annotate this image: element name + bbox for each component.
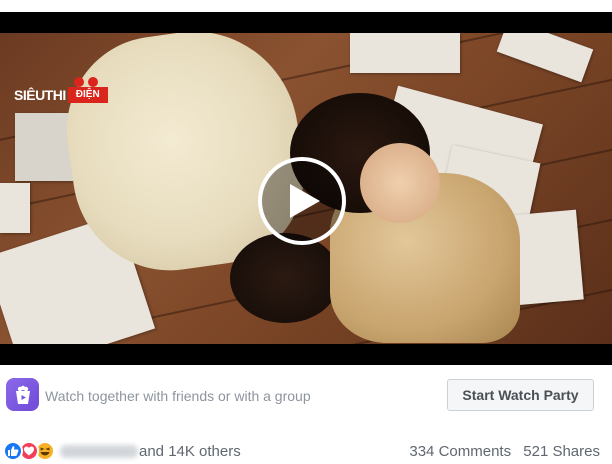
watch-party-row: Watch together with friends or with a gr… (0, 376, 612, 416)
reactions-others-link[interactable]: and 14K others (139, 443, 241, 460)
reactions-row: and 14K others 334 Comments 521 Shares (0, 437, 612, 464)
play-button[interactable] (258, 157, 346, 245)
watch-party-icon[interactable] (6, 378, 39, 411)
shares-count-link[interactable]: 521 Shares (523, 443, 600, 460)
play-icon (290, 184, 320, 218)
engagement-counts: 334 Comments 521 Shares (409, 443, 600, 460)
start-watch-party-button[interactable]: Start Watch Party (447, 379, 594, 411)
like-reaction-icon[interactable] (3, 441, 23, 461)
channel-logo: SIÊUTHI ĐIỆN (14, 77, 108, 103)
comments-count-link[interactable]: 334 Comments (409, 443, 511, 460)
video-hair-1 (230, 233, 340, 323)
watch-party-prompt: Watch together with friends or with a gr… (45, 388, 311, 404)
blurred-reactor-names (60, 445, 138, 458)
video-face (360, 143, 440, 223)
logo-text: SIÊUTHI (14, 87, 66, 103)
video-player[interactable]: SIÊUTHI ĐIỆN (0, 12, 612, 365)
logo-badge: ĐIỆN (67, 77, 108, 103)
